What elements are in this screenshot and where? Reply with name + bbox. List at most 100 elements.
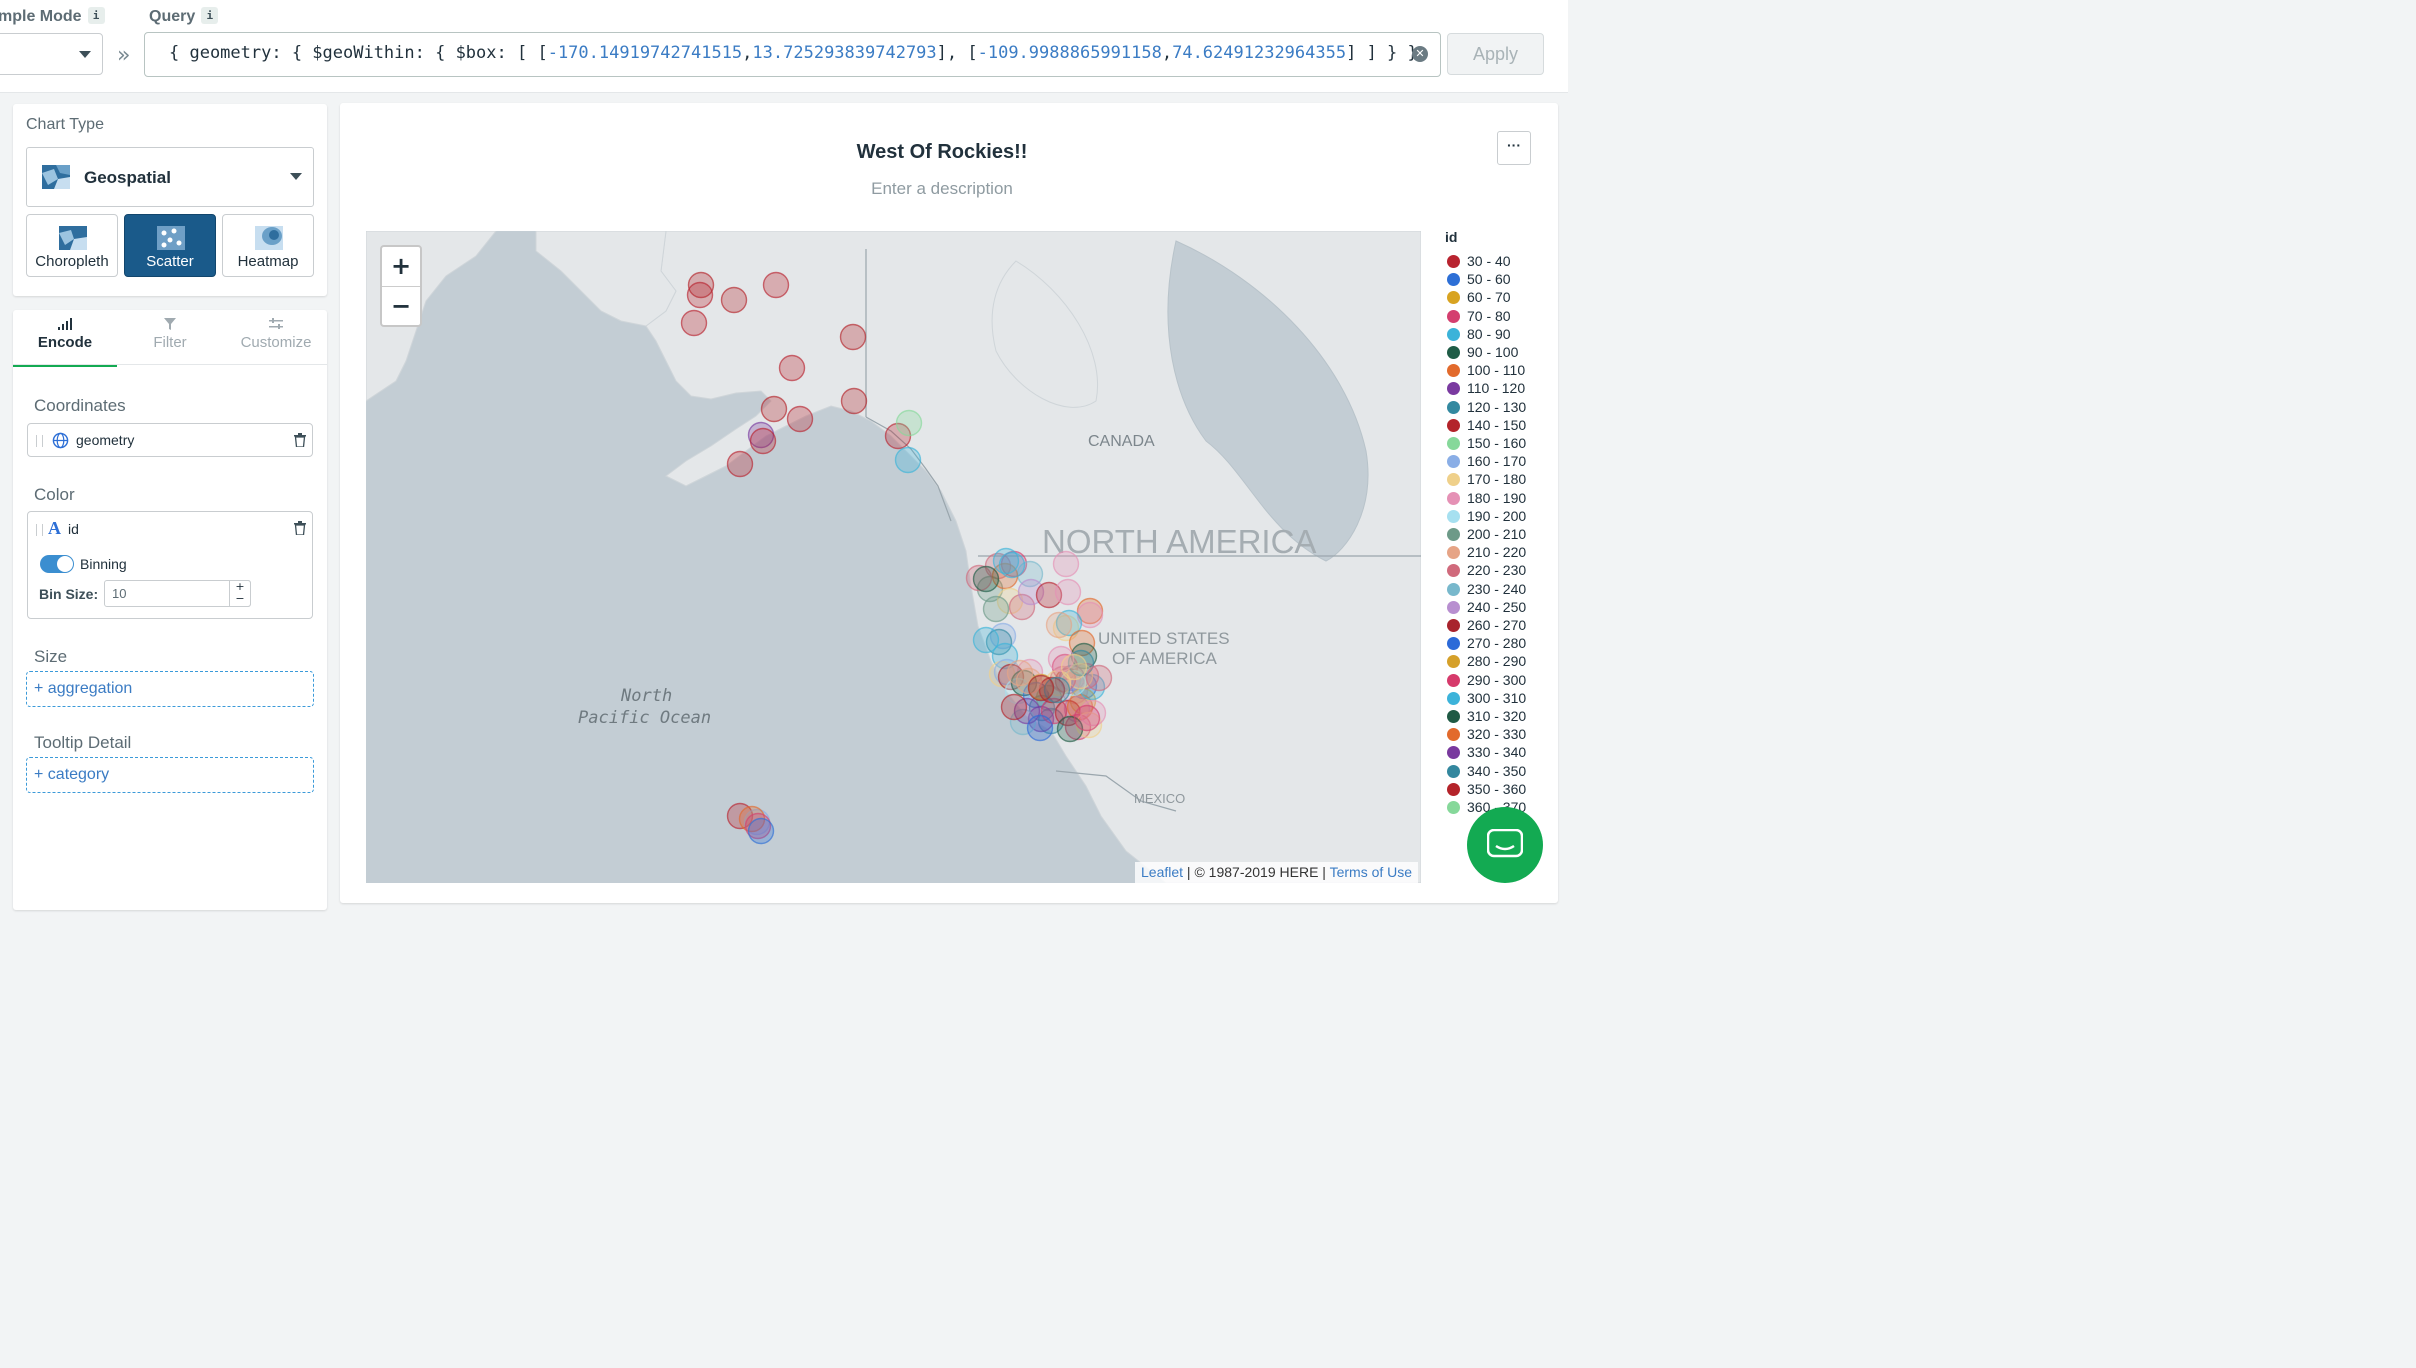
- legend-swatch: [1447, 473, 1460, 487]
- legend-item[interactable]: 350 - 360: [1447, 781, 1526, 799]
- clear-query-icon[interactable]: ✕: [1412, 46, 1428, 62]
- legend-item[interactable]: 210 - 220: [1447, 544, 1526, 562]
- legend-item[interactable]: 280 - 290: [1447, 653, 1526, 671]
- tooltip-dropzone[interactable]: + category: [26, 757, 314, 793]
- map-point[interactable]: [686, 281, 714, 309]
- legend-item[interactable]: 320 - 330: [1447, 726, 1526, 744]
- map-point[interactable]: [726, 450, 754, 478]
- legend-item[interactable]: 100 - 110: [1447, 362, 1525, 380]
- map-point[interactable]: [1052, 550, 1080, 578]
- legend-item[interactable]: 180 - 190: [1447, 490, 1526, 508]
- legend-label: 140 - 150: [1467, 416, 1527, 433]
- legend-swatch: [1447, 546, 1460, 560]
- legend-item[interactable]: 60 - 70: [1447, 289, 1511, 307]
- chat-button[interactable]: [1467, 807, 1543, 883]
- map-view[interactable]: CANADA NORTH AMERICA UNITED STATES OF AM…: [366, 231, 1421, 883]
- map-point[interactable]: [894, 446, 922, 474]
- map-label-ocean-2: Pacific Ocean: [578, 708, 711, 728]
- leaflet-link[interactable]: Leaflet: [1141, 864, 1183, 880]
- legend-item[interactable]: 310 - 320: [1447, 708, 1526, 726]
- map-point[interactable]: [972, 626, 1000, 654]
- scatter-button[interactable]: Scatter: [124, 214, 216, 277]
- tab-encode[interactable]: Encode: [13, 318, 117, 367]
- legend-item[interactable]: 190 - 200: [1447, 508, 1526, 526]
- map-point[interactable]: [747, 817, 775, 845]
- legend-item[interactable]: 120 - 130: [1447, 399, 1526, 417]
- size-dropzone[interactable]: + aggregation: [26, 671, 314, 707]
- map-point[interactable]: [760, 395, 788, 423]
- map-point[interactable]: [982, 595, 1010, 623]
- map-point[interactable]: [895, 409, 923, 437]
- legend-item[interactable]: 220 - 230: [1447, 562, 1526, 580]
- terms-link[interactable]: Terms of Use: [1330, 864, 1412, 880]
- legend-swatch: [1447, 309, 1460, 323]
- legend-item[interactable]: 160 - 170: [1447, 453, 1526, 471]
- legend-item[interactable]: 50 - 60: [1447, 271, 1511, 289]
- map-point[interactable]: [1026, 714, 1054, 742]
- legend-item[interactable]: 170 - 180: [1447, 471, 1526, 489]
- info-icon[interactable]: i: [87, 7, 105, 24]
- map-point[interactable]: [1027, 674, 1055, 702]
- legend-item[interactable]: 260 - 270: [1447, 617, 1526, 635]
- legend-swatch: [1447, 728, 1460, 742]
- legend-item[interactable]: 140 - 150: [1447, 417, 1526, 435]
- tab-customize[interactable]: Customize: [224, 318, 328, 364]
- legend-item[interactable]: 30 - 40: [1447, 253, 1511, 271]
- legend-item[interactable]: 200 - 210: [1447, 526, 1526, 544]
- legend-item[interactable]: 230 - 240: [1447, 581, 1526, 599]
- map-point[interactable]: [1085, 664, 1113, 692]
- query-input[interactable]: { geometry: { $geoWithin: { $box: [ [-17…: [144, 32, 1441, 77]
- map-point[interactable]: [1060, 653, 1088, 681]
- legend-item[interactable]: 270 - 280: [1447, 635, 1526, 653]
- coordinates-field[interactable]: geometry: [27, 423, 313, 457]
- map-point[interactable]: [972, 565, 1000, 593]
- drag-handle-icon[interactable]: [36, 435, 43, 447]
- heatmap-button[interactable]: Heatmap: [222, 214, 314, 277]
- legend-item[interactable]: 150 - 160: [1447, 435, 1526, 453]
- legend-swatch: [1447, 655, 1460, 669]
- zoom-out-button[interactable]: −: [382, 286, 420, 326]
- color-field[interactable]: A id Binning Bin Size: 10 + −: [27, 511, 313, 619]
- legend-swatch: [1447, 528, 1460, 541]
- trash-icon[interactable]: [293, 433, 307, 447]
- legend-item[interactable]: 80 - 90: [1447, 326, 1511, 344]
- chart-title[interactable]: West Of Rockies!!: [340, 141, 1544, 164]
- map-point[interactable]: [1000, 693, 1028, 721]
- map-point[interactable]: [762, 271, 790, 299]
- zoom-in-button[interactable]: +: [382, 247, 420, 286]
- choropleth-button[interactable]: Choropleth: [26, 214, 118, 277]
- drag-handle-icon[interactable]: [36, 524, 43, 536]
- legend-label: 100 - 110: [1467, 362, 1526, 379]
- legend-item[interactable]: 240 - 250: [1447, 599, 1526, 617]
- legend-item[interactable]: 290 - 300: [1447, 672, 1526, 690]
- tab-filter[interactable]: Filter: [118, 318, 222, 364]
- binning-toggle[interactable]: [40, 555, 74, 573]
- bin-size-stepper[interactable]: + −: [229, 580, 251, 607]
- expand-chevron-icon[interactable]: »: [117, 43, 130, 68]
- legend-item[interactable]: 90 - 100: [1447, 344, 1518, 362]
- map-point[interactable]: [720, 286, 748, 314]
- map-point[interactable]: [680, 309, 708, 337]
- map-point[interactable]: [998, 551, 1026, 579]
- trash-icon[interactable]: [293, 521, 307, 535]
- sample-mode-select[interactable]: [0, 33, 103, 75]
- legend-item[interactable]: 300 - 310: [1447, 690, 1526, 708]
- map-point[interactable]: [840, 387, 868, 415]
- legend-item[interactable]: 70 - 80: [1447, 308, 1511, 326]
- map-point[interactable]: [839, 323, 867, 351]
- legend-item[interactable]: 330 - 340: [1447, 744, 1526, 762]
- legend-item[interactable]: 340 - 350: [1447, 763, 1526, 781]
- map-point[interactable]: [786, 405, 814, 433]
- map-point[interactable]: [1045, 611, 1073, 639]
- chart-description[interactable]: Enter a description: [340, 179, 1544, 199]
- legend-item[interactable]: 110 - 120: [1447, 380, 1525, 398]
- map-attribution: Leaflet | © 1987-2019 HERE | Terms of Us…: [1135, 862, 1419, 883]
- info-icon[interactable]: i: [201, 7, 219, 24]
- map-point[interactable]: [749, 427, 777, 455]
- chart-type-select[interactable]: Geospatial: [26, 147, 314, 207]
- map-point[interactable]: [1054, 578, 1082, 606]
- map-point[interactable]: [778, 354, 806, 382]
- apply-button[interactable]: Apply: [1447, 33, 1544, 75]
- more-options-button[interactable]: ···: [1497, 131, 1531, 165]
- map-point[interactable]: [1073, 704, 1101, 732]
